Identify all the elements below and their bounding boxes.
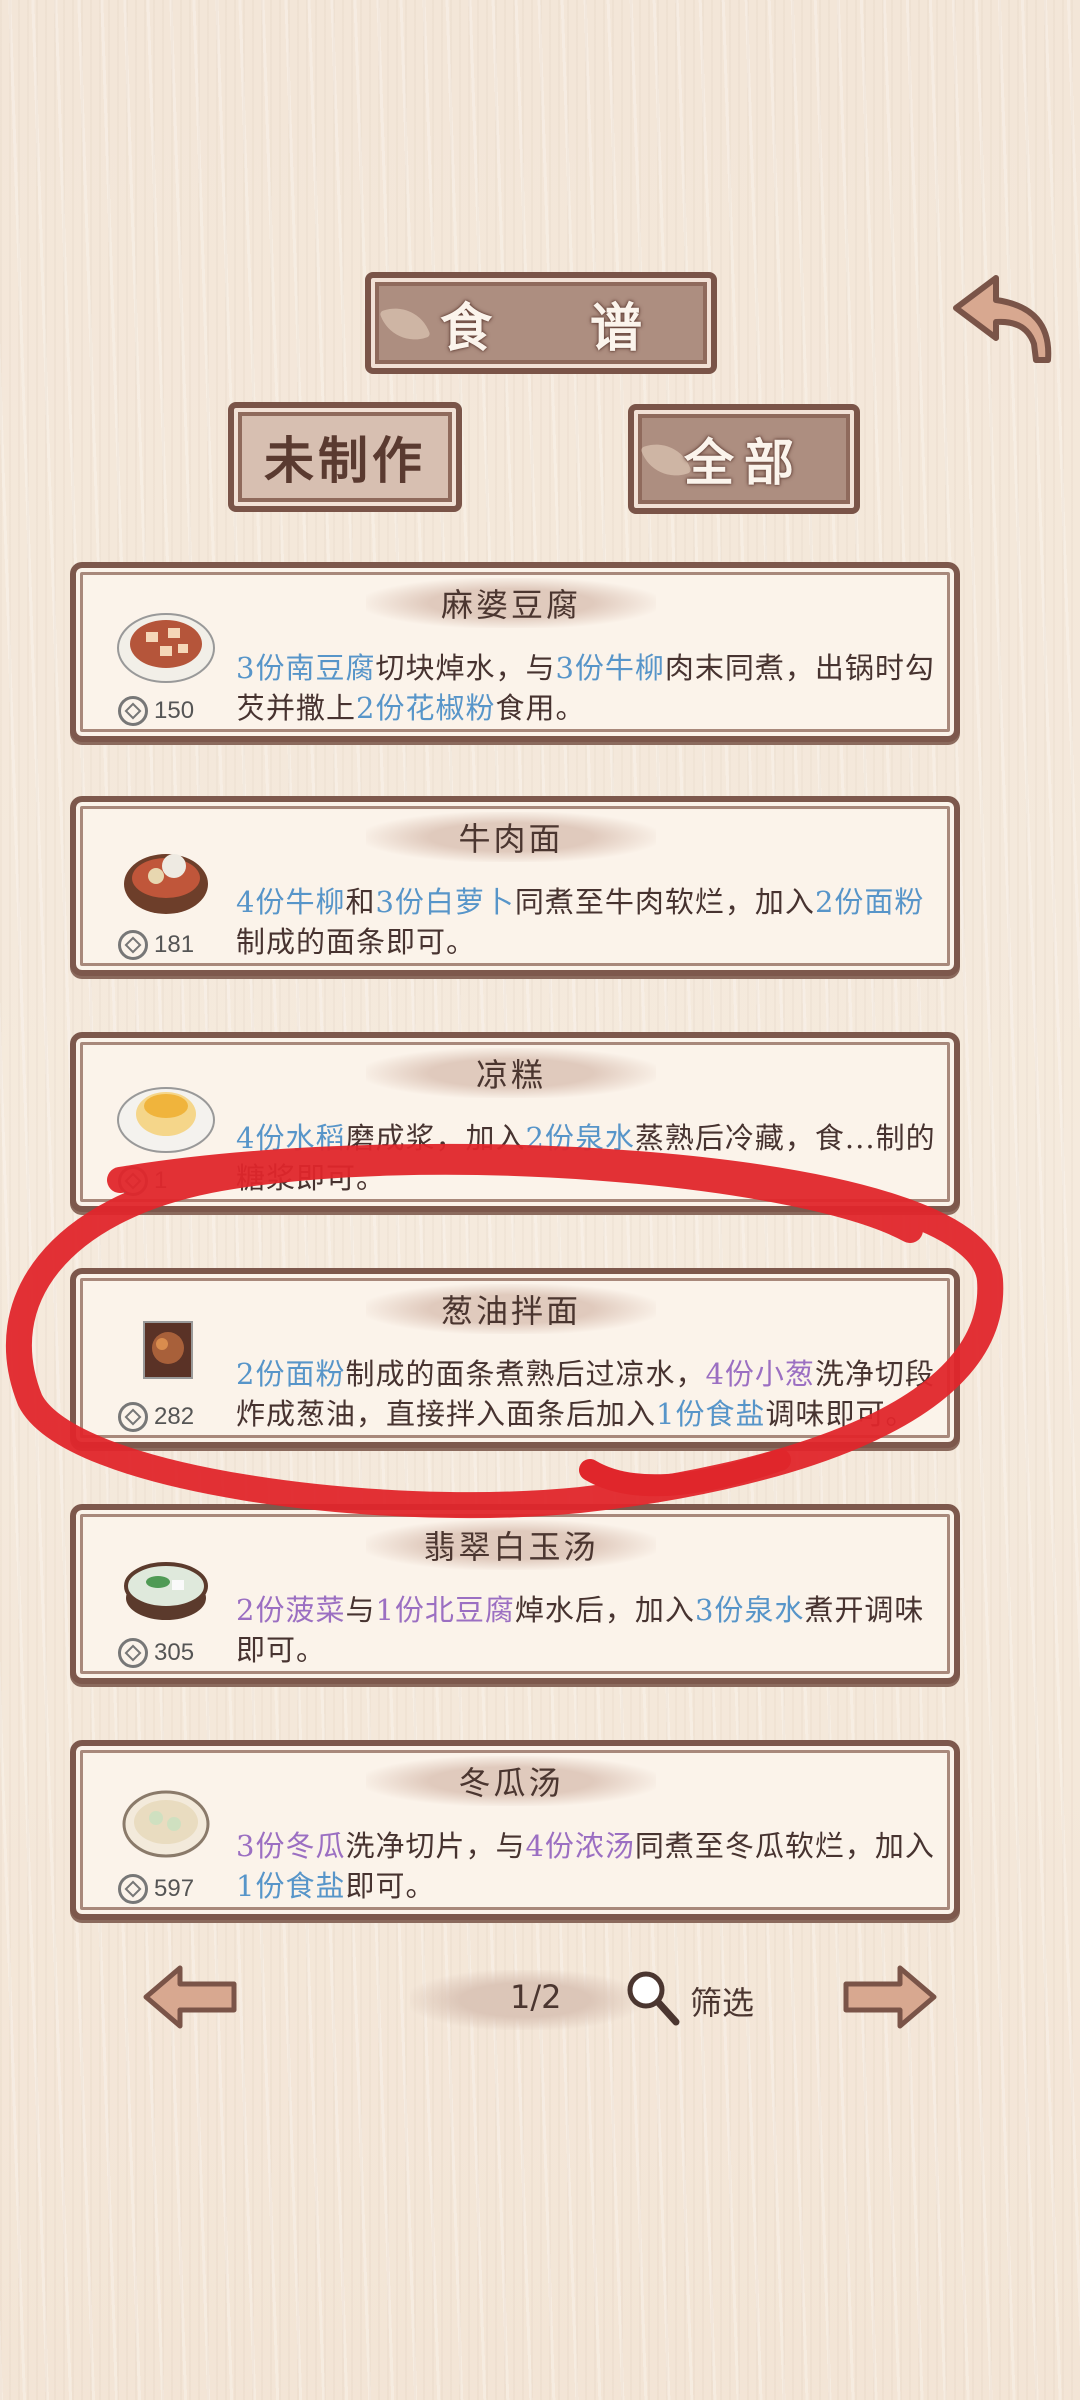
recipe-card[interactable]: 翡翠白玉汤 305 2份菠菜与1份北豆腐焯水后，加入3份泉水煮开调味即可。 <box>70 1504 960 1684</box>
recipe-description: 2份面粉制成的面条煮熟后过凉水，4份小葱洗净切段炸成葱油，直接拌入面条后加入1份… <box>236 1354 941 1434</box>
cold-cake-dish-icon <box>117 1087 215 1153</box>
price-value: 282 <box>154 1403 195 1430</box>
description-text: 即可。 <box>345 1869 436 1903</box>
ingredient-text: 2份面粉 <box>236 1357 346 1391</box>
coin-icon <box>118 1166 148 1196</box>
tab-all-label: 全部 <box>684 433 804 492</box>
ingredient-text: 1份食盐 <box>656 1397 766 1431</box>
recipe-description: 3份南豆腐切块焯水，与3份牛柳肉末同煮，出锅时勾芡并撒上2份花椒粉食用。 <box>236 648 941 728</box>
description-text: 食用。 <box>495 691 586 725</box>
prev-arrow-icon[interactable] <box>140 1962 240 2032</box>
back-arrow-icon[interactable] <box>946 268 1056 368</box>
ingredient-text: 1份食盐 <box>236 1869 346 1903</box>
ingredient-text: 4份浓汤 <box>525 1829 635 1863</box>
coin-icon <box>118 930 148 960</box>
jade-soup-dish-icon <box>124 1562 208 1620</box>
description-text: 洗净切片，与 <box>345 1829 526 1863</box>
ingredient-text: 4份小葱 <box>705 1357 815 1391</box>
coin-icon <box>118 1874 148 1904</box>
recipe-name: 牛肉面 <box>366 812 656 862</box>
magnifier-icon[interactable] <box>622 1968 682 2028</box>
mapo-tofu-dish-icon <box>117 613 215 683</box>
description-text: 同煮至牛肉软烂，加入 <box>514 885 815 919</box>
ingredient-text: 2份菠菜 <box>236 1593 346 1627</box>
price: 150 <box>118 696 194 726</box>
ingredient-text: 3份泉水 <box>694 1593 805 1627</box>
ingredient-text: 4份水稻 <box>236 1121 346 1155</box>
price: 305 <box>118 1638 194 1668</box>
coin-icon <box>118 696 148 726</box>
recipe-description: 2份菠菜与1份北豆腐焯水后，加入3份泉水煮开调味即可。 <box>236 1590 941 1670</box>
coin-icon <box>118 1638 148 1668</box>
ingredient-text: 4份牛柳 <box>236 885 346 919</box>
filter-button[interactable]: 筛选 <box>690 1978 754 2024</box>
recipe-card[interactable]: 牛肉面 181 4份牛柳和3份白萝卜同煮至牛肉软烂，加入2份面粉制成的面条即可。 <box>70 796 960 976</box>
title-board: 食 谱 <box>365 272 717 374</box>
recipe-card[interactable]: 冬瓜汤 597 3份冬瓜洗净切片，与4份浓汤同煮至冬瓜软烂，加入 1份食盐即可。 <box>70 1740 960 1920</box>
price-value: 597 <box>154 1875 195 1902</box>
description-text: 磨成浆，加入 <box>345 1121 526 1155</box>
recipe-card[interactable]: 葱油拌面 282 2份面粉制成的面条煮熟后过凉水，4份小葱洗净切段炸成葱油，直接… <box>70 1268 960 1448</box>
description-text: 制成的面条煮熟后过凉水， <box>345 1357 706 1391</box>
recipe-name: 麻婆豆腐 <box>366 578 656 628</box>
description-text: 与 <box>345 1593 376 1627</box>
tab-unmade-label: 未制作 <box>264 431 426 490</box>
price-value: 181 <box>154 931 195 958</box>
page-title: 食 谱 <box>439 297 683 359</box>
price: 181 <box>118 930 194 960</box>
coin-icon <box>118 1402 148 1432</box>
price: 1 <box>118 1166 167 1196</box>
ingredient-text: 3份牛柳 <box>555 651 665 685</box>
description-text: 焯水后，加入 <box>514 1593 695 1627</box>
ingredient-text: 3份冬瓜 <box>236 1829 346 1863</box>
tab-all[interactable]: 全部 <box>628 404 860 514</box>
beef-noodle-dish-icon <box>124 854 208 914</box>
scallion-noodle-dish-icon <box>143 1321 193 1379</box>
recipe-description: 4份牛柳和3份白萝卜同煮至牛肉软烂，加入2份面粉制成的面条即可。 <box>236 882 941 962</box>
ingredient-text: 1份北豆腐 <box>375 1593 515 1627</box>
price: 282 <box>118 1402 194 1432</box>
tab-unmade[interactable]: 未制作 <box>228 402 462 512</box>
recipe-name: 凉糕 <box>366 1048 656 1098</box>
description-text: 切块焯水，与 <box>375 651 556 685</box>
recipe-name: 冬瓜汤 <box>366 1756 656 1806</box>
price-value: 150 <box>154 697 195 724</box>
description-text: 制成的面条即可。 <box>236 925 477 959</box>
page-number: 1/2 <box>510 1978 562 2016</box>
ingredient-text: 3份南豆腐 <box>236 651 376 685</box>
ingredient-text: 2份面粉 <box>814 885 925 919</box>
price: 597 <box>118 1874 194 1904</box>
winter-melon-soup-dish-icon <box>122 1790 210 1858</box>
description-text: 和 <box>345 885 376 919</box>
next-arrow-icon[interactable] <box>840 1962 940 2032</box>
ingredient-text: 2份花椒粉 <box>356 691 496 725</box>
recipe-name: 翡翠白玉汤 <box>366 1520 656 1570</box>
description-text: 调味即可。 <box>765 1397 916 1431</box>
recipe-card[interactable]: 凉糕 1 4份水稻磨成浆，加入2份泉水蒸熟后冷藏，食...制的糖浆即可。 <box>70 1032 960 1212</box>
ingredient-text: 3份白萝卜 <box>375 885 515 919</box>
price-value: 1 <box>154 1167 168 1194</box>
price-value: 305 <box>154 1639 195 1666</box>
description-text: 同煮至冬瓜软烂，加入 <box>634 1829 935 1863</box>
recipe-card[interactable]: 麻婆豆腐 150 3份南豆腐切块焯水，与3份牛柳肉末同煮，出锅时勾芡并撒上2份花… <box>70 562 960 742</box>
recipe-description: 4份水稻磨成浆，加入2份泉水蒸熟后冷藏，食...制的糖浆即可。 <box>236 1118 941 1198</box>
ingredient-text: 2份泉水 <box>525 1121 635 1155</box>
recipe-description: 3份冬瓜洗净切片，与4份浓汤同煮至冬瓜软烂，加入 1份食盐即可。 <box>236 1826 941 1906</box>
recipe-name: 葱油拌面 <box>366 1284 656 1334</box>
